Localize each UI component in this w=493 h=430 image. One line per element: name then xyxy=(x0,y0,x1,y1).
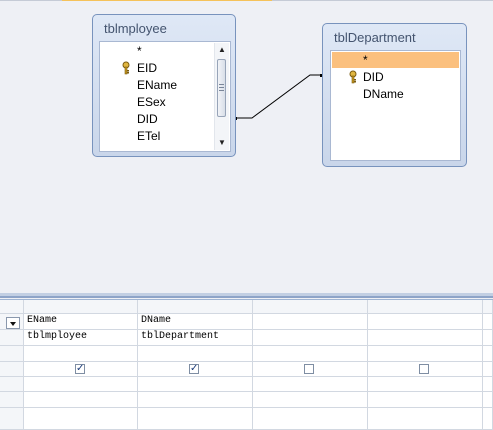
column-selector[interactable] xyxy=(138,300,253,314)
field-cell[interactable] xyxy=(483,314,493,330)
field-dropdown-button[interactable] xyxy=(6,317,20,329)
show-checkbox[interactable] xyxy=(75,362,85,376)
row-selector[interactable] xyxy=(0,392,24,408)
field-row[interactable]: EID xyxy=(100,60,216,76)
field-list[interactable]: * EID EName ESex DID ETel ▲ ▼ xyxy=(99,41,231,152)
field-row[interactable]: DID xyxy=(100,111,216,127)
field-cell[interactable]: DName xyxy=(138,314,253,330)
show-checkbox[interactable] xyxy=(304,364,314,374)
extra-cell[interactable] xyxy=(24,408,138,430)
row-selector[interactable] xyxy=(0,330,24,346)
field-row[interactable]: EName xyxy=(100,77,216,93)
sort-cell[interactable] xyxy=(24,346,138,362)
table-cell[interactable] xyxy=(368,330,483,346)
field-cell[interactable]: EName xyxy=(24,314,138,330)
query-design-grid[interactable]: EName tblmployee DName tblDepartment xyxy=(0,299,493,430)
field-row[interactable]: ESex xyxy=(100,94,216,110)
sort-cell[interactable] xyxy=(368,346,483,362)
sort-cell[interactable] xyxy=(138,346,253,362)
table-cell[interactable]: tblmployee xyxy=(24,330,138,346)
query-design-diagram[interactable]: tblmployee * EID EName ESex DID ETel ▲ ▼… xyxy=(0,1,493,273)
vertical-scrollbar[interactable]: ▲ ▼ xyxy=(214,43,229,150)
or-cell[interactable] xyxy=(24,392,138,408)
row-selector[interactable] xyxy=(0,346,24,362)
column-selector[interactable] xyxy=(368,300,483,314)
scroll-thumb[interactable] xyxy=(217,59,226,117)
criteria-cell[interactable] xyxy=(368,377,483,392)
grip-icon xyxy=(219,90,224,91)
criteria-cell[interactable] xyxy=(24,377,138,392)
row-selector[interactable] xyxy=(0,377,24,392)
show-cell[interactable] xyxy=(483,362,493,377)
field-row[interactable]: ETel xyxy=(100,128,216,144)
show-checkbox[interactable] xyxy=(419,364,429,374)
extra-cell[interactable] xyxy=(368,408,483,430)
table-title: tblmployee xyxy=(104,21,167,36)
table-window-employee[interactable]: tblmployee * EID EName ESex DID ETel ▲ ▼ xyxy=(92,14,236,157)
or-cell[interactable] xyxy=(483,392,493,408)
scroll-up-arrow-icon[interactable]: ▲ xyxy=(215,43,229,57)
extra-cell[interactable] xyxy=(483,408,493,430)
table-cell[interactable] xyxy=(253,330,368,346)
row-selector[interactable] xyxy=(0,408,24,430)
table-cell[interactable] xyxy=(483,330,493,346)
grip-icon xyxy=(219,84,224,85)
row-selector[interactable] xyxy=(0,362,24,377)
show-cell[interactable] xyxy=(253,362,368,377)
sort-cell[interactable] xyxy=(253,346,368,362)
table-cell[interactable]: tblDepartment xyxy=(138,330,253,346)
column-selector[interactable] xyxy=(24,300,138,314)
column-selector[interactable] xyxy=(483,300,493,314)
or-cell[interactable] xyxy=(253,392,368,408)
criteria-cell[interactable] xyxy=(138,377,253,392)
extra-cell[interactable] xyxy=(253,408,368,430)
criteria-cell[interactable] xyxy=(253,377,368,392)
or-cell[interactable] xyxy=(368,392,483,408)
field-list[interactable]: * DID DName xyxy=(330,50,461,161)
field-row[interactable]: DID xyxy=(331,69,458,85)
show-cell[interactable] xyxy=(138,362,253,377)
scroll-down-arrow-icon[interactable]: ▼ xyxy=(215,136,229,150)
field-cell[interactable] xyxy=(368,314,483,330)
show-checkbox[interactable] xyxy=(189,362,199,376)
field-row[interactable]: DName xyxy=(331,86,458,102)
show-cell[interactable] xyxy=(368,362,483,377)
column-selector[interactable] xyxy=(253,300,368,314)
sort-cell[interactable] xyxy=(483,346,493,362)
criteria-cell[interactable] xyxy=(483,377,493,392)
table-window-department[interactable]: tblDepartment * DID DName xyxy=(322,23,467,167)
show-cell[interactable] xyxy=(24,362,138,377)
grid-header-corner xyxy=(0,300,24,314)
field-row-selected[interactable]: * xyxy=(332,52,459,68)
field-cell[interactable] xyxy=(253,314,368,330)
extra-cell[interactable] xyxy=(138,408,253,430)
primary-key-icon xyxy=(122,61,130,75)
grip-icon xyxy=(219,87,224,88)
or-cell[interactable] xyxy=(138,392,253,408)
field-row[interactable]: * xyxy=(100,43,216,59)
primary-key-icon xyxy=(349,70,357,84)
splitter-band xyxy=(0,296,493,298)
pane-splitter[interactable] xyxy=(0,273,493,298)
table-title: tblDepartment xyxy=(334,30,416,45)
